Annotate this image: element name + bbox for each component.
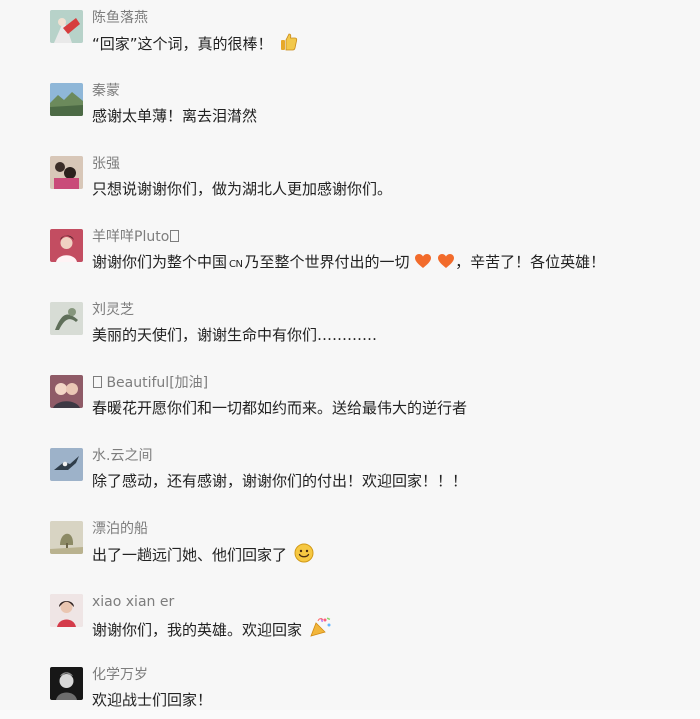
- comment-text: 美丽的天使们，谢谢生命中有你们…………: [92, 326, 378, 344]
- comment-text: 只想说谢谢你们，做为湖北人更加感谢你们。: [92, 180, 393, 198]
- comment-text: 感谢太单薄！离去泪潸然: [92, 107, 258, 125]
- nickname[interactable]: 漂泊的船: [92, 519, 148, 539]
- comment-text: 谢谢你们，我的英雄。欢迎回家: [92, 616, 333, 641]
- nickname-text: Beautiful[加油]: [106, 375, 209, 391]
- nickname[interactable]: 刘灵芝: [92, 300, 134, 320]
- comment-item: 水.云之间 除了感动，还有感谢，谢谢你们的付出！欢迎回家！！！: [0, 438, 700, 500]
- thumbs-up-icon: [279, 32, 299, 52]
- avatar-image: [50, 10, 83, 43]
- nickname[interactable]: xiao xian er: [92, 592, 174, 612]
- avatar[interactable]: [50, 448, 83, 481]
- comment-text: 除了感动，还有感谢，谢谢你们的付出！欢迎回家！！！: [92, 472, 468, 490]
- avatar[interactable]: [50, 10, 83, 43]
- nickname[interactable]: 羊咩咩Pluto: [92, 227, 180, 247]
- comment-item: 刘灵芝 美丽的天使们，谢谢生命中有你们…………: [0, 292, 700, 354]
- nickname-text: 羊咩咩Pluto: [92, 229, 170, 245]
- nickname[interactable]: 秦蒙: [92, 81, 120, 101]
- comment-item: Beautiful[加油] 春暖花开愿你们和一切都如约而来。送给最伟大的逆行者: [0, 365, 700, 427]
- avatar[interactable]: [50, 302, 83, 335]
- avatar-image: [50, 594, 83, 627]
- avatar-image: [50, 667, 83, 700]
- nickname[interactable]: Beautiful[加油]: [92, 373, 208, 393]
- avatar[interactable]: [50, 156, 83, 189]
- comment-text: “回家”这个词，真的很棒！: [92, 32, 299, 55]
- party-popper-icon: [309, 616, 333, 638]
- smile-icon: [294, 543, 314, 563]
- heart-icon: [437, 253, 455, 269]
- comment-item: 张强 只想说谢谢你们，做为湖北人更加感谢你们。: [0, 146, 700, 208]
- comment-text: 出了一趟远门她、他们回家了: [92, 543, 314, 566]
- avatar-image: [50, 302, 83, 335]
- avatar-image: [50, 156, 83, 189]
- avatar[interactable]: [50, 667, 83, 700]
- comment-text-content: 出了一趟远门她、他们回家了: [92, 546, 288, 564]
- nickname[interactable]: 陈鱼落燕: [92, 8, 148, 28]
- comment-item: xiao xian er 谢谢你们，我的英雄。欢迎回家: [0, 584, 700, 646]
- comment-text-after: 乃至整个世界付出的一切: [244, 253, 410, 271]
- comment-text: 谢谢你们为整个中国 CN 乃至整个世界付出的一切 ，辛苦了！各位英雄！: [92, 251, 605, 276]
- cn-badge: CN: [229, 259, 243, 270]
- comment-text-before: 谢谢你们为整个中国: [92, 253, 228, 271]
- avatar[interactable]: [50, 83, 83, 116]
- avatar[interactable]: [50, 521, 83, 554]
- comment-text-end: ，辛苦了！各位英雄！: [455, 253, 606, 271]
- comment-item: 秦蒙 感谢太单薄！离去泪潸然: [0, 73, 700, 135]
- avatar-image: [50, 83, 83, 116]
- comment-text: 春暖花开愿你们和一切都如约而来。送给最伟大的逆行者: [92, 399, 468, 417]
- avatar[interactable]: [50, 594, 83, 627]
- avatar[interactable]: [50, 375, 83, 408]
- nickname[interactable]: 水.云之间: [92, 446, 152, 466]
- comment-text-content: “回家”这个词，真的很棒！: [92, 35, 273, 53]
- heart-icon: [414, 253, 432, 269]
- avatar-image: [50, 375, 83, 408]
- comment-text-content: 谢谢你们，我的英雄。欢迎回家: [92, 621, 303, 639]
- nickname[interactable]: 张强: [92, 154, 120, 174]
- comment-item: 陈鱼落燕 “回家”这个词，真的很棒！: [0, 0, 700, 62]
- avatar-image: [50, 521, 83, 554]
- comment-item: 漂泊的船 出了一趟远门她、他们回家了: [0, 511, 700, 573]
- avatar[interactable]: [50, 229, 83, 262]
- nickname[interactable]: 化学万岁: [92, 665, 148, 685]
- comment-text: 欢迎战士们回家！: [92, 691, 213, 709]
- missing-glyph-icon: [170, 230, 180, 242]
- avatar-image: [50, 448, 83, 481]
- comment-item: 羊咩咩Pluto 谢谢你们为整个中国 CN 乃至整个世界付出的一切 ，辛苦了！各位英…: [0, 219, 700, 281]
- comment-list: 陈鱼落燕 “回家”这个词，真的很棒！ 秦蒙 感谢太单薄！离去泪潸然 张强 只想说…: [0, 0, 700, 710]
- missing-glyph-icon: [93, 376, 102, 388]
- avatar-image: [50, 229, 83, 262]
